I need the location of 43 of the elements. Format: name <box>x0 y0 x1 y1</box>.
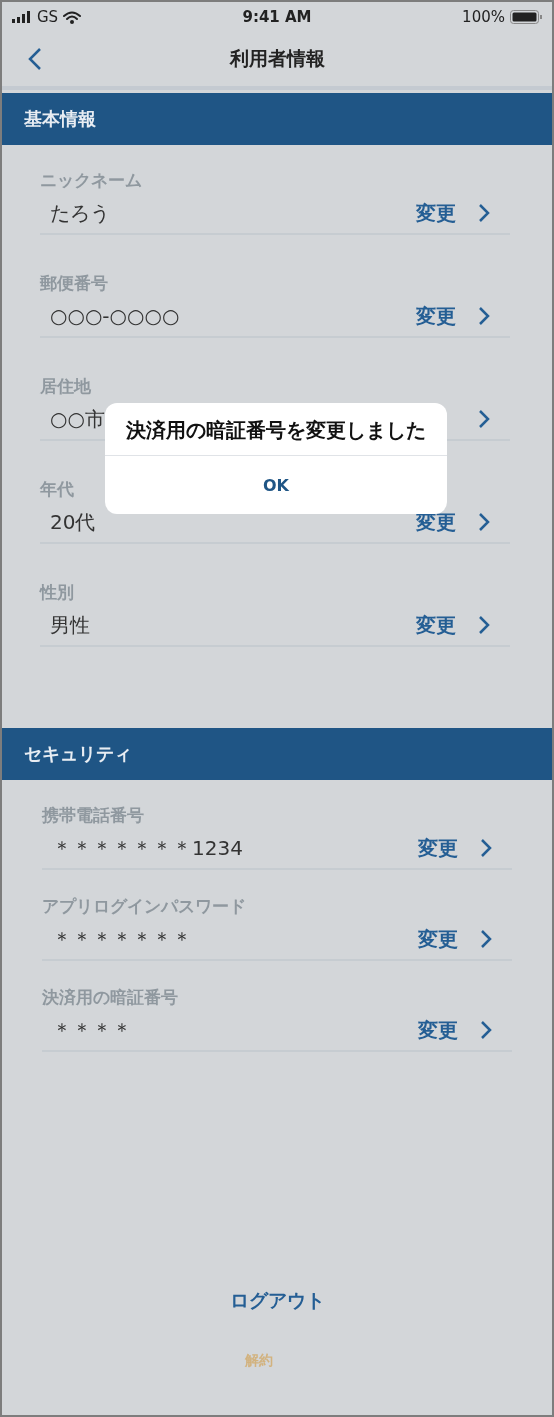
chevron-right-icon <box>478 409 490 429</box>
battery-icon <box>510 10 542 24</box>
back-icon <box>28 47 42 71</box>
section-header: 基本情報 <box>2 93 552 145</box>
change-button[interactable]: 変更 <box>418 1016 458 1044</box>
change-button[interactable]: 変更 <box>416 199 456 227</box>
change-button[interactable]: 変更 <box>418 834 458 862</box>
field-label: アプリログインパスワード <box>42 895 246 918</box>
field-label: ニックネーム <box>40 169 142 192</box>
battery-percent: 100% <box>462 8 505 26</box>
field-value: たろう <box>50 199 110 227</box>
field-value: 男性 <box>50 611 90 639</box>
wifi-icon <box>63 10 82 24</box>
chevron-right-icon <box>478 306 490 326</box>
alert-message: 決済用の暗証番号を変更しました <box>105 403 447 456</box>
field-value: ＊＊＊＊ <box>52 1016 132 1044</box>
chevron-right-icon <box>478 203 490 223</box>
chevron-right-icon <box>480 838 492 858</box>
field-value: ＊＊＊＊＊＊＊ <box>52 925 192 953</box>
change-button[interactable]: 変更 <box>416 611 456 639</box>
field-label: 年代 <box>40 478 74 501</box>
field-label: 携帯電話番号 <box>42 804 144 827</box>
field-value: ○○市 <box>50 405 105 433</box>
carrier-name: GS <box>37 8 59 26</box>
page-title: 利用者情報 <box>229 46 325 71</box>
back-button[interactable] <box>28 47 42 71</box>
change-button[interactable]: 変更 <box>416 302 456 330</box>
section-header: セキュリティ <box>2 728 552 780</box>
chevron-right-icon <box>478 512 490 532</box>
change-button[interactable]: 変更 <box>418 925 458 953</box>
chevron-right-icon <box>478 615 490 635</box>
logout-button[interactable]: ログアウト <box>229 1288 325 1314</box>
field-value: 20代 <box>50 508 96 536</box>
chevron-right-icon <box>480 929 492 949</box>
field-label: 性別 <box>40 581 74 604</box>
field-label: 居住地 <box>40 375 91 398</box>
field-label: 決済用の暗証番号 <box>42 986 178 1009</box>
chevron-right-icon <box>480 1020 492 1040</box>
status-time: 9:41 AM <box>242 8 312 26</box>
field-value: ＊＊＊＊＊＊＊1234 <box>52 834 243 862</box>
signal-icon <box>12 11 32 23</box>
field-value: ○○○-○○○○ <box>50 304 180 328</box>
field-label: 郵便番号 <box>40 272 108 295</box>
